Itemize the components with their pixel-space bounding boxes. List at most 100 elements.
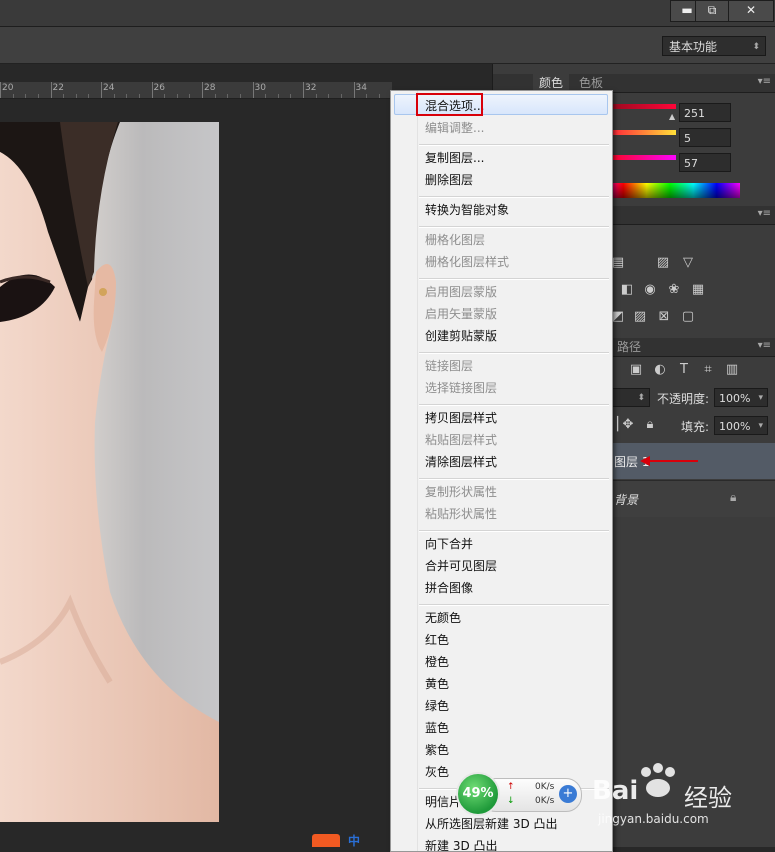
ruler-minor-tick <box>176 94 178 98</box>
red-value-input[interactable]: 251 <box>679 103 731 122</box>
menu-item[interactable]: 无颜色 <box>425 609 461 626</box>
network-speed-widget[interactable]: ↑ 0K/s ↓ 0K/s + 49% <box>456 772 582 820</box>
menu-item: 粘贴图层样式 <box>425 433 498 447</box>
panel-menu-icon[interactable]: ▾≡ <box>758 76 771 87</box>
menu-separator <box>419 604 609 606</box>
menu-separator <box>419 352 609 354</box>
menu-item: 栅格化图层 <box>425 233 486 247</box>
shape-filter-icon[interactable]: ⌗ <box>700 363 716 377</box>
lock-move-icon[interactable]: ✥ <box>620 418 636 432</box>
brand-text: Bai <box>592 776 639 806</box>
type-filter-icon[interactable]: T <box>676 363 692 377</box>
ruler-minor-tick <box>378 94 380 98</box>
ruler-tick-label: 24 <box>103 83 115 93</box>
menu-item[interactable]: 拷贝图层样式 <box>425 409 497 426</box>
fill-input[interactable]: 100% ▾ <box>714 416 768 435</box>
menu-separator <box>419 144 609 146</box>
ruler-minor-tick <box>88 94 90 98</box>
menu-item[interactable]: 灰色 <box>425 763 449 780</box>
gradient-map-icon[interactable]: ▢ <box>680 310 696 324</box>
menu-item: 启用矢量蒙版 <box>425 307 498 321</box>
panel-menu-icon[interactable]: ▾≡ <box>758 208 771 219</box>
image-filter-icon[interactable]: ▣ <box>628 363 644 377</box>
color-lookup-icon[interactable]: ▦ <box>690 283 706 297</box>
blue-value-input[interactable]: 57 <box>679 153 731 172</box>
menu-item[interactable]: 黄色 <box>425 675 449 692</box>
menu-item[interactable]: 复制图层... <box>425 149 484 166</box>
chevron-down-icon[interactable]: ▾ <box>758 417 763 436</box>
ruler-tick-label: 28 <box>204 83 216 93</box>
memory-percent[interactable]: 49% <box>456 772 500 816</box>
title-bar: ▬ ⧉ ✕ <box>0 0 775 27</box>
menu-item[interactable]: 红色 <box>425 631 449 648</box>
menu-item[interactable]: 绿色 <box>425 697 449 714</box>
sogou-logo-icon <box>312 834 340 847</box>
opacity-input[interactable]: 100% ▾ <box>714 388 768 407</box>
menu-item[interactable]: 新建 3D 凸出 <box>425 837 498 851</box>
panel-menu-icon[interactable]: ▾≡ <box>758 340 771 351</box>
download-speed: 0K/s <box>535 796 555 806</box>
menu-item[interactable]: 橙色 <box>425 653 449 670</box>
threshold-icon[interactable]: ⊠ <box>656 310 672 324</box>
menu-separator <box>419 404 609 406</box>
lock-all-icon[interactable]: 🔒︎ <box>642 418 658 432</box>
ruler-minor-tick <box>328 94 330 98</box>
bw-icon[interactable]: ◧ <box>619 283 635 297</box>
ruler-tick-label: 22 <box>52 83 64 93</box>
menu-item: 启用图层蒙版 <box>425 285 498 299</box>
green-value-input[interactable]: 5 <box>679 128 731 147</box>
ruler-tick-label: 30 <box>254 83 266 93</box>
input-mode-label[interactable]: 中 <box>348 832 360 849</box>
menu-item[interactable]: 删除图层 <box>425 171 473 188</box>
opacity-value: 100% <box>719 392 751 405</box>
download-arrow-icon: ↓ <box>507 796 515 806</box>
menu-item[interactable]: 拼合图像 <box>425 579 473 596</box>
smart-filter-icon[interactable]: ▥ <box>724 363 740 377</box>
vibrance-icon[interactable]: ▽ <box>680 256 696 270</box>
adjust-filter-icon[interactable]: ◐ <box>652 363 668 377</box>
plus-icon[interactable]: + <box>559 785 577 803</box>
menu-item: 粘贴形状属性 <box>425 507 498 521</box>
layer-row-background[interactable]: 背景 🔒︎ <box>610 480 775 517</box>
menu-item[interactable]: 紫色 <box>425 741 449 758</box>
ruler-minor-tick <box>25 94 27 98</box>
menu-item: 栅格化图层样式 <box>425 255 510 269</box>
brand-url: jingyan.baidu.com <box>598 812 709 826</box>
menu-item[interactable]: 转换为智能对象 <box>425 201 509 218</box>
workspace-select[interactable]: 基本功能 ⬍ <box>662 36 766 56</box>
menu-item[interactable]: 蓝色 <box>425 719 449 736</box>
ruler-minor-tick <box>138 94 140 98</box>
ruler-minor-tick <box>189 94 191 98</box>
fill-value: 100% <box>719 420 751 433</box>
menu-item[interactable]: 合并可见图层 <box>425 557 497 574</box>
sogou-input-bar[interactable]: 中 <box>312 832 392 849</box>
blend-mode-select[interactable]: ⬍ <box>610 388 650 407</box>
ruler-minor-tick <box>75 94 77 98</box>
posterize-icon[interactable]: ▨ <box>632 310 648 324</box>
menu-gutter <box>417 91 418 851</box>
upload-arrow-icon: ↑ <box>507 782 515 792</box>
tab-paths[interactable]: 路径 <box>611 338 647 356</box>
ruler-minor-tick <box>126 94 128 98</box>
restore-button[interactable]: ⧉ <box>695 0 729 22</box>
photo-filter-icon[interactable]: ◉ <box>642 283 658 297</box>
menu-item: 链接图层 <box>425 359 474 373</box>
baidu-watermark: Bai 经验 jingyan.baidu.com <box>592 762 772 832</box>
menu-item[interactable]: 向下合并 <box>425 535 473 552</box>
close-button[interactable]: ✕ <box>728 0 774 22</box>
channel-mixer-icon[interactable]: ❀ <box>666 283 682 297</box>
layer-name[interactable]: 背景 <box>614 491 638 508</box>
slider-thumb-icon[interactable]: ▲ <box>669 112 675 121</box>
ruler-minor-tick <box>227 94 229 98</box>
opacity-label: 不透明度: <box>657 392 710 406</box>
spectrum-shade <box>600 183 740 198</box>
canvas-image[interactable] <box>0 122 219 822</box>
ruler-tick-label: 20 <box>2 83 14 93</box>
ruler-minor-tick <box>63 94 65 98</box>
curves-icon[interactable]: ▨ <box>655 256 671 270</box>
chevron-down-icon[interactable]: ▾ <box>758 389 763 408</box>
menu-item[interactable]: 创建剪贴蒙版 <box>425 327 497 344</box>
menu-item[interactable]: 清除图层样式 <box>425 453 497 470</box>
upload-speed: 0K/s <box>535 782 555 792</box>
horizontal-ruler[interactable]: 20222426283032343638 <box>0 82 392 99</box>
